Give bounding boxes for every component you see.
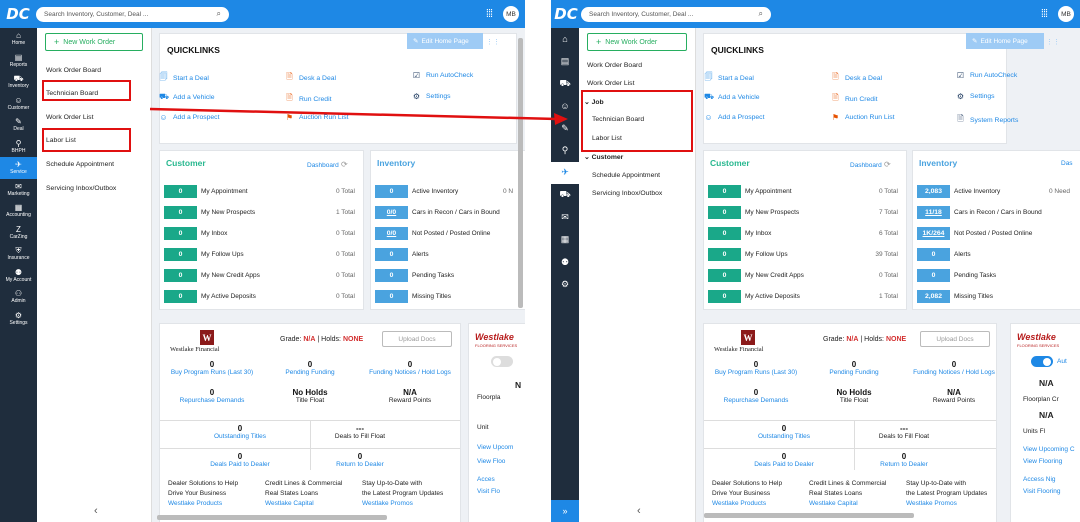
red-arrow bbox=[149, 107, 568, 125]
